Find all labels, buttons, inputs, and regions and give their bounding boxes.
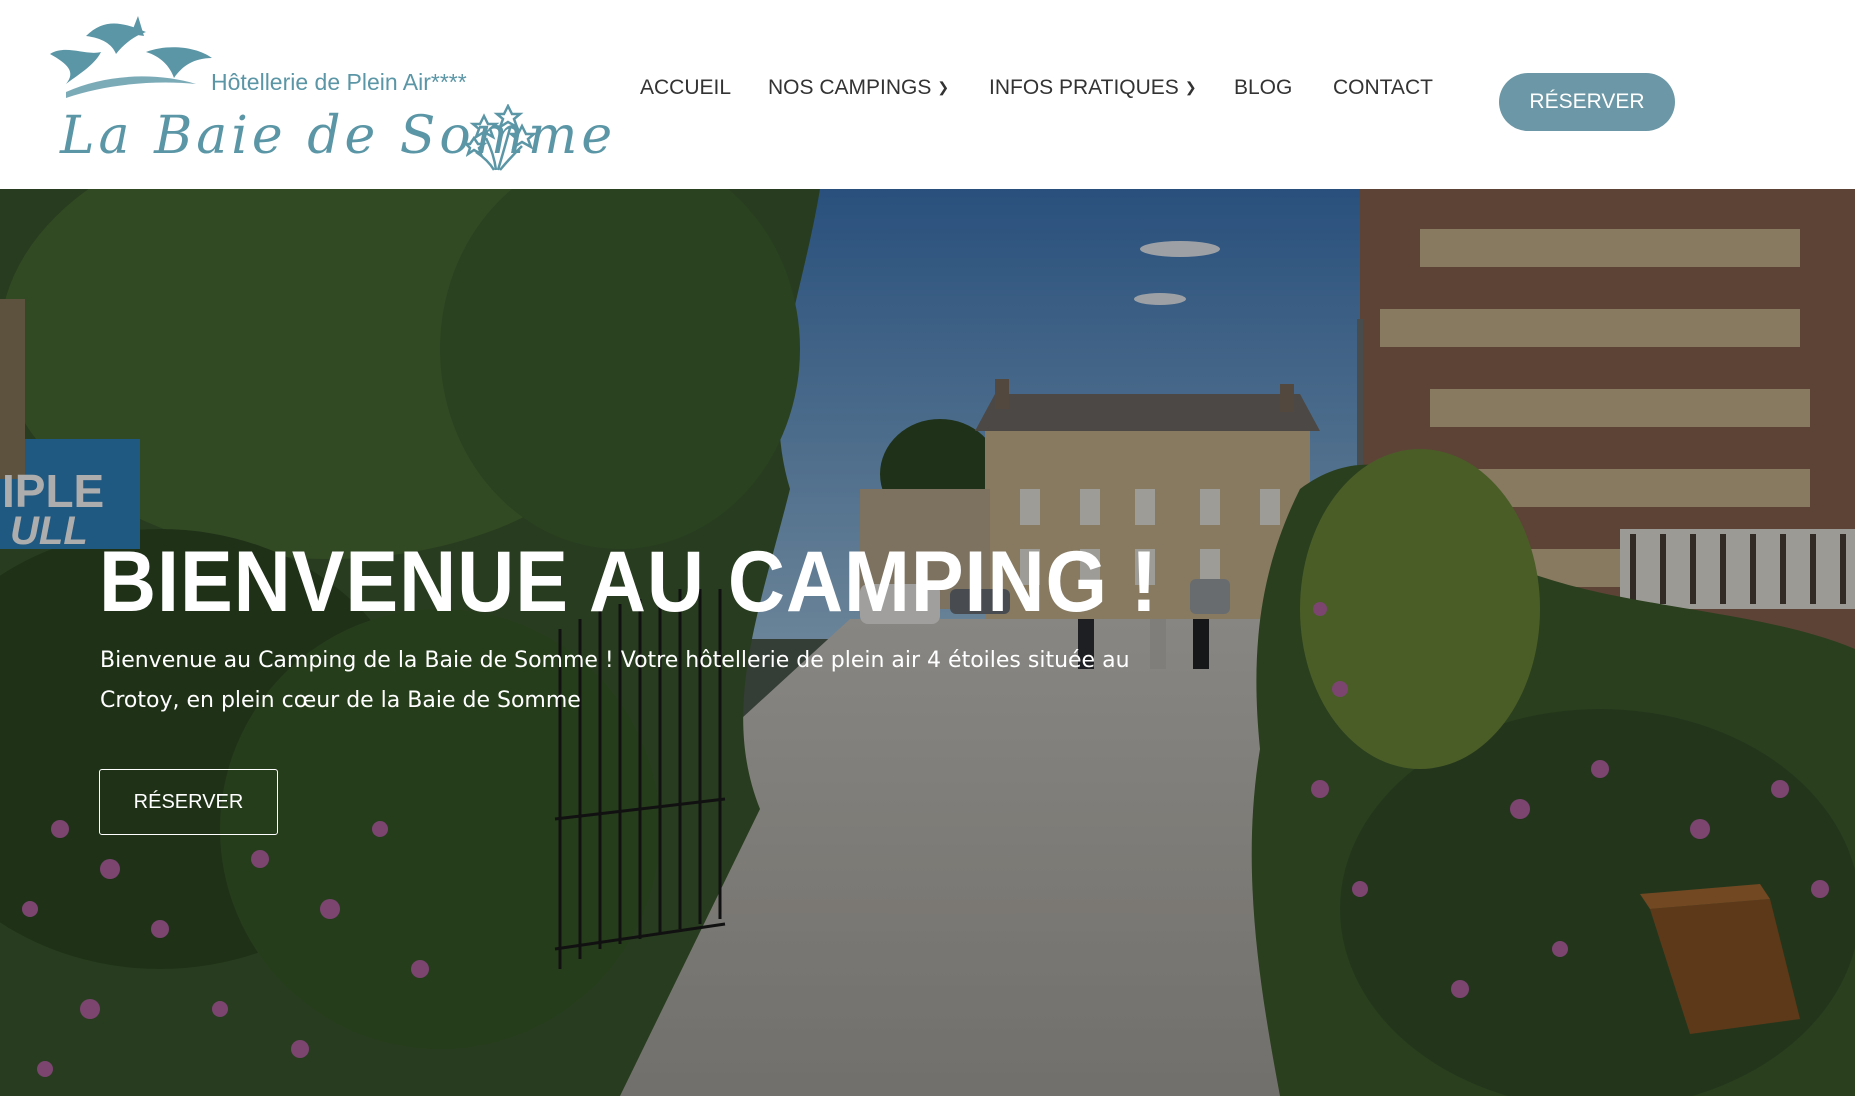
hero-reserve-button[interactable]: RÉSERVER [99,769,278,835]
nav-nos-campings[interactable]: NOS CAMPINGS ❯ [768,76,949,100]
chevron-down-icon: ❯ [1184,79,1197,95]
header-reserve-button[interactable]: RÉSERVER [1499,73,1675,131]
nav-contact-label: CONTACT [1333,76,1433,99]
hero-subtitle: Bienvenue au Camping de la Baie de Somme… [100,648,1130,713]
nav-accueil[interactable]: ACCUEIL [640,76,731,100]
flower-icon [466,104,538,171]
nav-infos-pratiques[interactable]: INFOS PRATIQUES ❯ [989,76,1197,100]
site-header: Hôtellerie de Plein Air**** La Baie de S… [0,0,1855,189]
birds-icon [50,16,212,98]
chevron-down-icon: ❯ [937,79,950,95]
hero-section: IPLE ULL BIENVENUE AU CAMPING ! Bienvenu… [0,189,1855,1096]
logo[interactable]: Hôtellerie de Plein Air**** La Baie de S… [46,14,612,174]
logo-tagline: Hôtellerie de Plein Air**** [211,69,467,95]
page: Hôtellerie de Plein Air**** La Baie de S… [0,0,1855,1096]
nav-nos-campings-label: NOS CAMPINGS [768,76,932,99]
hero-title: BIENVENUE AU CAMPING ! [99,534,1159,630]
nav-accueil-label: ACCUEIL [640,76,732,99]
nav-contact[interactable]: CONTACT [1333,76,1433,100]
nav-blog-label: BLOG [1234,76,1293,99]
nav-blog[interactable]: BLOG [1234,76,1292,100]
nav-infos-pratiques-label: INFOS PRATIQUES [989,76,1179,99]
